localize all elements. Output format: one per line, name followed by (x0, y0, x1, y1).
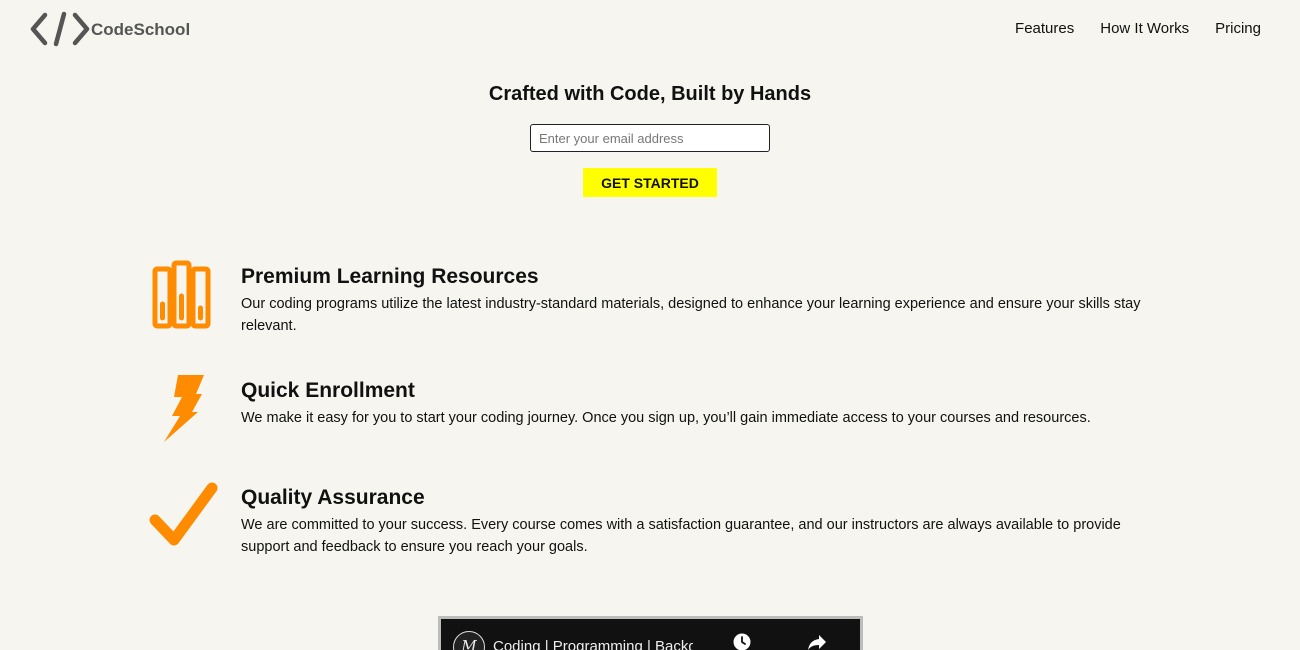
site-header: CodeSchool Features How It Works Pricing (0, 0, 1300, 60)
watch-later-icon[interactable] (733, 633, 751, 650)
get-started-button[interactable]: GET STARTED (583, 168, 717, 197)
feature-title: Quick Enrollment (241, 379, 415, 402)
main-nav: Features How It Works Pricing (1015, 20, 1261, 37)
email-input[interactable] (530, 124, 770, 152)
feature-title: Quality Assurance (241, 486, 425, 509)
hero-title: Crafted with Code, Built by Hands (488, 83, 812, 105)
checkmark-icon (149, 482, 218, 546)
feature-text: Our coding programs utilize the latest i… (241, 296, 1141, 334)
hero-section: Crafted with Code, Built by Hands (0, 82, 1300, 106)
logo-text: CodeSchool (91, 20, 191, 39)
video-title[interactable]: Coding | Programming | Backgr (493, 638, 693, 650)
logo-link[interactable]: CodeSchool (30, 11, 190, 47)
nav-link-features[interactable]: Features (1015, 20, 1074, 37)
feature-text: We are committed to your success. Every … (241, 517, 1121, 555)
feature-title: Premium Learning Resources (241, 265, 539, 288)
code-brackets-icon (30, 11, 90, 47)
feature-text: We make it easy for you to start your co… (241, 410, 1091, 426)
nav-link-how-it-works[interactable]: How It Works (1100, 20, 1189, 37)
share-icon[interactable] (807, 633, 827, 650)
nav-link-pricing[interactable]: Pricing (1215, 20, 1261, 37)
channel-avatar[interactable]: M (453, 631, 485, 650)
books-icon (152, 260, 211, 329)
embedded-video[interactable]: M Coding | Programming | Backgr (438, 616, 863, 650)
lightning-bolt-icon (164, 375, 204, 442)
